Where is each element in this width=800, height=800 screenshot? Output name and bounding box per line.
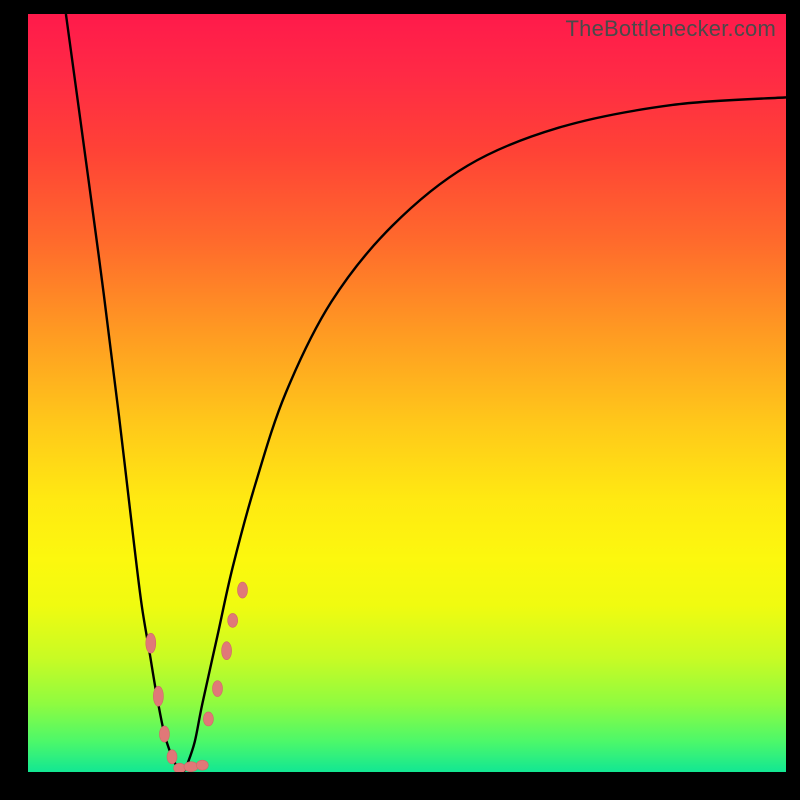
- curve-left-curve: [66, 14, 183, 772]
- curves-svg: [28, 14, 786, 772]
- data-marker: [228, 613, 238, 627]
- data-marker: [146, 633, 156, 653]
- data-marker: [222, 642, 232, 660]
- data-marker: [203, 712, 213, 726]
- chart-frame: TheBottlenecker.com: [0, 0, 800, 800]
- data-marker: [184, 762, 198, 772]
- data-marker: [159, 726, 169, 742]
- data-marker: [213, 681, 223, 697]
- curve-right-curve: [183, 97, 786, 772]
- data-marker: [196, 760, 208, 770]
- data-marker: [153, 686, 163, 706]
- plot-area: TheBottlenecker.com: [28, 14, 786, 772]
- data-marker: [167, 750, 177, 764]
- data-marker: [238, 582, 248, 598]
